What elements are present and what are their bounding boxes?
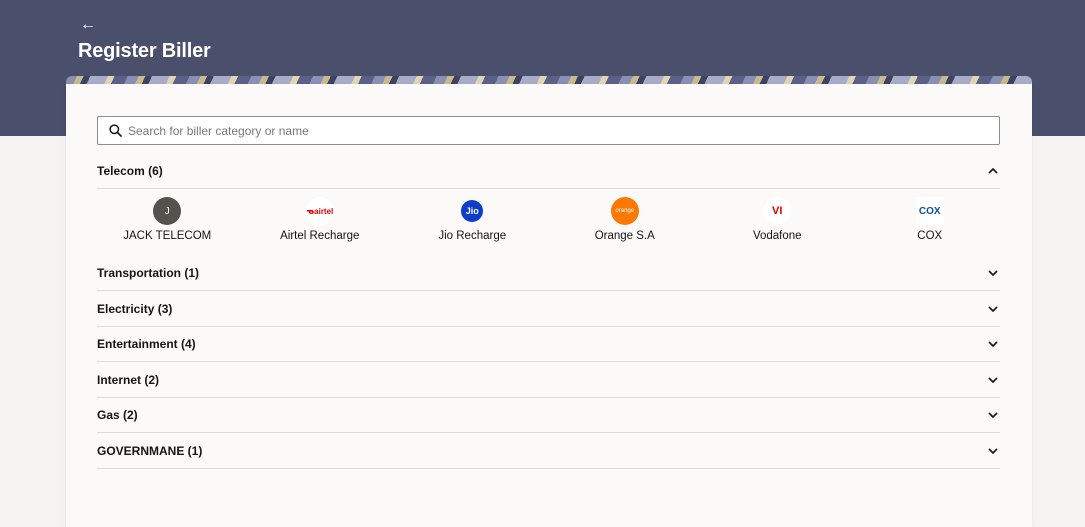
biller-vodafone[interactable]: VI Vodafone (707, 197, 848, 257)
category-label: GOVERNMANE (1) (97, 443, 203, 458)
search-box[interactable] (97, 116, 1000, 145)
decorative-pattern-strip (66, 76, 1032, 84)
search-icon (98, 124, 128, 137)
biller-airtel-recharge[interactable]: ᓀ airtel Airtel Recharge (250, 197, 391, 257)
search-input[interactable] (128, 123, 999, 138)
airtel-logo-icon: ᓀ airtel (305, 197, 334, 225)
category-electricity[interactable]: Electricity (3) (97, 291, 1000, 327)
jio-logo-icon: Jio (461, 200, 484, 222)
biller-jio-recharge[interactable]: Jio Jio Recharge (402, 197, 543, 257)
biller-name: JACK TELECOM (123, 230, 212, 242)
biller-name: Orange S.A (594, 230, 655, 242)
vodafone-logo-icon: VI (763, 197, 792, 225)
orange-logo-icon: orange (610, 197, 639, 225)
register-biller-page: ← Register Biller Telecom (6) (0, 0, 1085, 527)
biller-name: Vodafone (752, 230, 802, 242)
biller-cox[interactable]: COX COX (860, 197, 1001, 257)
category-governmane[interactable]: GOVERNMANE (1) (97, 433, 1000, 469)
chevron-down-icon (986, 408, 1000, 422)
category-label: Gas (2) (97, 407, 138, 422)
category-label: Internet (2) (97, 372, 160, 387)
chevron-down-icon (986, 266, 1000, 280)
biller-name: Jio Recharge (438, 230, 507, 242)
category-label: Transportation (1) (97, 265, 200, 280)
back-arrow-icon[interactable]: ← (80, 17, 96, 33)
chevron-up-icon (986, 164, 1000, 178)
category-internet[interactable]: Internet (2) (97, 362, 1000, 398)
biller-logo-icon: J (153, 197, 182, 225)
page-title: Register Biller (78, 40, 211, 62)
category-label: Electricity (3) (97, 301, 173, 316)
category-label: Telecom (6) (97, 163, 163, 178)
biller-name: Airtel Recharge (280, 230, 360, 242)
category-entertainment[interactable]: Entertainment (4) (97, 326, 1000, 362)
chevron-down-icon (986, 337, 1000, 351)
category-header-telecom[interactable]: Telecom (6) (97, 153, 1000, 188)
telecom-biller-list: J JACK TELECOM ᓀ airtel Airtel Recharge J… (97, 189, 1000, 257)
chevron-down-icon (986, 302, 1000, 316)
category-gas[interactable]: Gas (2) (97, 397, 1000, 433)
biller-jack-telecom[interactable]: J JACK TELECOM (97, 197, 238, 257)
category-transportation[interactable]: Transportation (1) (97, 255, 1000, 291)
category-telecom: Telecom (6) (97, 153, 1000, 189)
biller-card: Telecom (6) J JACK TELECOM ᓀairtel Airte… (66, 84, 1032, 527)
chevron-down-icon (986, 373, 1000, 387)
biller-orange-sa[interactable]: orange Orange S.A (555, 197, 696, 257)
chevron-down-icon (986, 444, 1000, 458)
biller-name: COX (917, 230, 943, 242)
category-label: Entertainment (4) (97, 336, 196, 351)
cox-logo-icon: COX (915, 197, 944, 225)
